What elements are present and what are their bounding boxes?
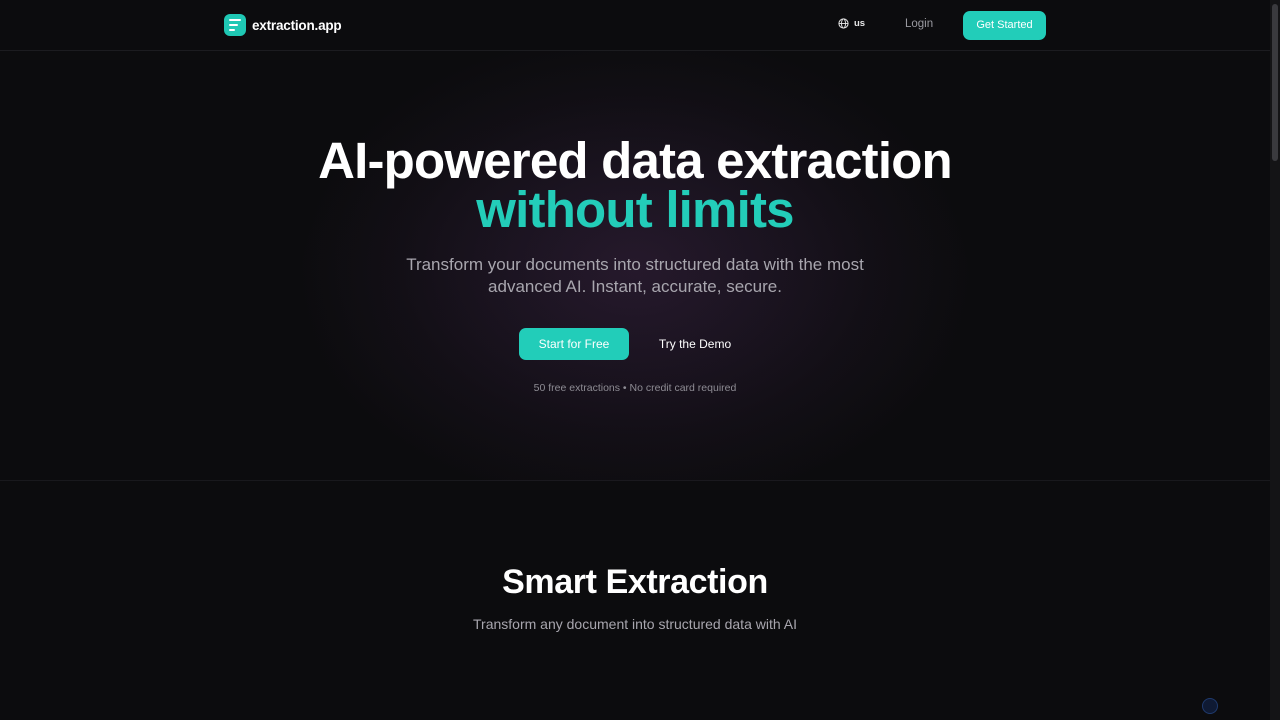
globe-icon bbox=[838, 18, 849, 29]
brand-name: extraction.app bbox=[252, 17, 342, 33]
hero-subtitle: Transform your documents into structured… bbox=[406, 255, 864, 296]
top-navigation: extraction.app us Login Get Started bbox=[0, 0, 1270, 51]
vertical-scrollbar[interactable] bbox=[1270, 0, 1280, 720]
features-subtitle: Transform any document into structured d… bbox=[473, 616, 797, 632]
login-link[interactable]: Login bbox=[905, 18, 933, 30]
hero-section: AI-powered data extraction without limit… bbox=[0, 51, 1270, 481]
corner-widget-icon[interactable] bbox=[1202, 698, 1218, 714]
language-selector[interactable]: us bbox=[838, 18, 865, 29]
brand-logo[interactable]: extraction.app bbox=[224, 14, 342, 36]
free-trial-note: 50 free extractions • No credit card req… bbox=[533, 382, 737, 394]
get-started-button[interactable]: Get Started bbox=[963, 11, 1046, 40]
scrollbar-thumb[interactable] bbox=[1272, 4, 1278, 161]
landing-page: extraction.app us Login Get Started AI-p… bbox=[0, 0, 1280, 720]
try-the-demo-button[interactable]: Try the Demo bbox=[645, 328, 745, 360]
language-label: us bbox=[854, 18, 866, 29]
start-for-free-button[interactable]: Start for Free bbox=[519, 328, 629, 360]
document-lines-icon bbox=[224, 14, 246, 36]
hero-title-accent: without limits bbox=[476, 181, 794, 238]
features-title: Smart Extraction bbox=[502, 563, 768, 601]
